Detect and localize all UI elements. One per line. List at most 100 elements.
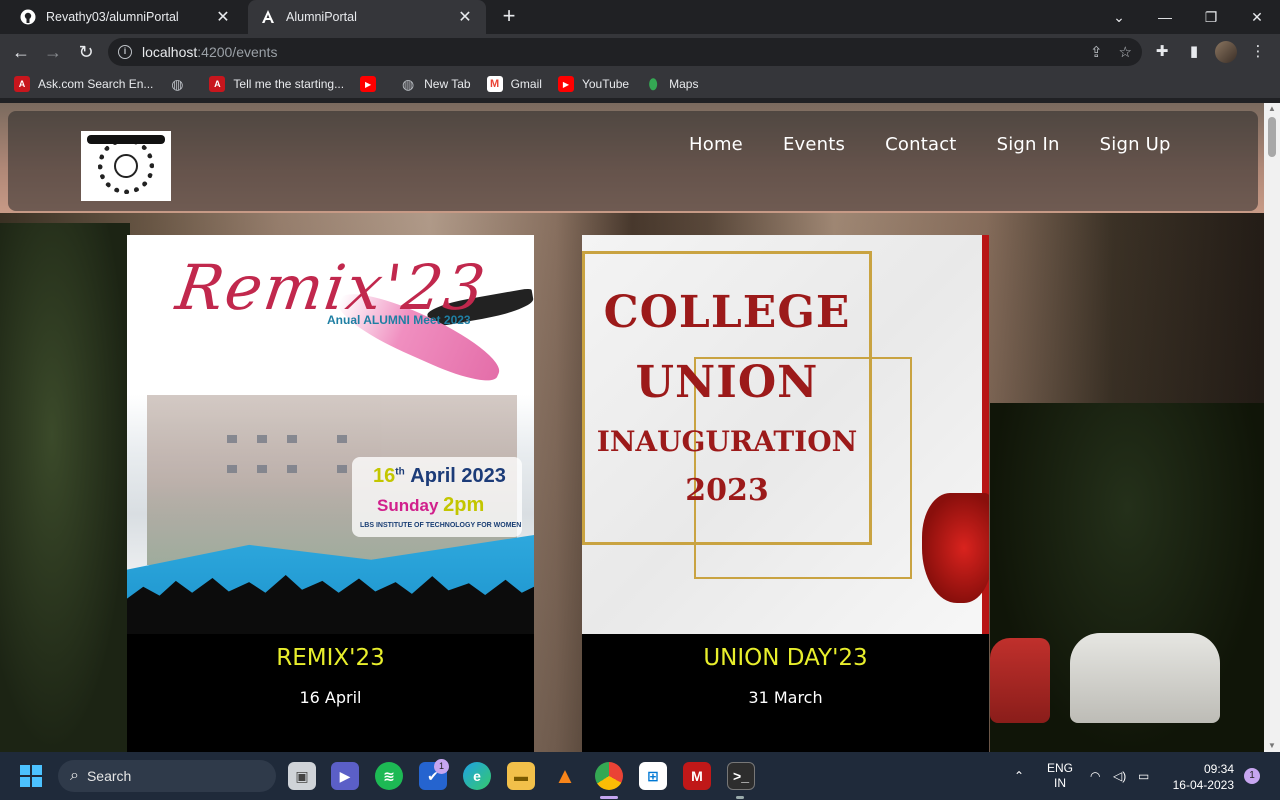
event-title: REMIX'23	[276, 645, 385, 671]
bookmarks-bar: A Ask.com Search En... ◍ A Tell me the sta…	[0, 70, 1280, 98]
battery-icon[interactable]: ▭	[1138, 752, 1149, 800]
reload-button[interactable]: ↻	[74, 40, 98, 64]
taskbar-search[interactable]: ⌕ Search	[58, 760, 276, 792]
tab-github[interactable]: Revathy03/alumniPortal ✕	[8, 0, 244, 34]
close-icon[interactable]: ✕	[214, 7, 232, 27]
github-icon	[20, 9, 36, 25]
profile-avatar[interactable]	[1215, 41, 1237, 63]
vlc-icon[interactable]: ▲	[551, 762, 579, 790]
windows-start-icon[interactable]	[20, 765, 42, 787]
search-icon: ⌕	[70, 767, 79, 784]
poster-line-1: COLLEGE	[603, 287, 851, 338]
terminal-icon[interactable]: >_	[727, 762, 755, 790]
minimize-button[interactable]: —	[1142, 0, 1188, 34]
clock-date: 16-04-2023	[1172, 778, 1234, 792]
scroll-up-icon[interactable]: ▲	[1264, 103, 1280, 115]
poster-time: 2pm	[443, 494, 485, 516]
event-card-remix[interactable]: Remix'23 Anual ALUMNI Meet 2023 16th Apr…	[127, 235, 534, 752]
bookmark-maps[interactable]: ⬮ Maps	[645, 75, 699, 92]
background-trees-left	[0, 223, 130, 752]
url-path: :4200/events	[197, 44, 278, 60]
nav-events[interactable]: Events	[783, 134, 845, 155]
poster-date-day: 16	[373, 465, 396, 487]
ask-icon: A	[209, 76, 226, 92]
tab-search-icon[interactable]: ⌄	[1096, 0, 1142, 34]
todo-badge: 1	[434, 759, 449, 774]
share-icon[interactable]: ⇪	[1090, 43, 1103, 61]
poster-line-2: UNION	[635, 357, 819, 408]
show-hidden-icons[interactable]: ⌃	[1014, 752, 1024, 800]
bookmark-tell-me[interactable]: A Tell me the starting...	[209, 76, 344, 92]
bookmark-label: Tell me the starting...	[233, 77, 345, 91]
edge-icon[interactable]: e	[463, 762, 491, 790]
scroll-down-icon[interactable]: ▼	[1264, 740, 1280, 752]
poster-venue: LBS INSTITUTE OF TECHNOLOGY FOR WOMEN	[360, 522, 522, 529]
background-white-car	[1070, 633, 1220, 723]
poster-subheading: Anual ALUMNI Meet 2023	[327, 313, 471, 327]
college-logo[interactable]	[81, 131, 171, 201]
notification-badge[interactable]: 1	[1244, 768, 1260, 784]
poster-bow	[922, 493, 989, 603]
site-info-icon[interactable]: i	[118, 45, 132, 59]
forward-button[interactable]: →	[41, 40, 65, 64]
scroll-thumb[interactable]	[1268, 117, 1276, 157]
poster-date-rest: April 2023	[410, 465, 506, 487]
bookmark-label: Maps	[669, 77, 699, 91]
gear-emblem-icon	[98, 138, 154, 194]
background-red-car	[990, 638, 1050, 723]
close-icon[interactable]: ✕	[456, 7, 474, 27]
poster-date: 16th April 2023	[373, 465, 506, 488]
search-placeholder: Search	[86, 768, 132, 784]
bookmark-youtube[interactable]: ▶ YouTube	[557, 76, 629, 92]
task-view-icon[interactable]: ▣	[288, 762, 316, 790]
new-tab-button[interactable]: +	[498, 5, 520, 28]
teams-chat-icon[interactable]: ▶	[331, 762, 359, 790]
maps-icon: ⬮	[648, 75, 658, 92]
bookmark-globe[interactable]: ◍	[169, 76, 193, 92]
event-poster-union: COLLEGE UNION INAUGURATION 2023	[582, 235, 989, 634]
bookmark-new-tab[interactable]: ◍ New Tab	[400, 76, 471, 92]
bookmark-gmail[interactable]: M Gmail	[486, 76, 542, 92]
nav-sign-in[interactable]: Sign In	[997, 134, 1060, 155]
tab-title: AlumniPortal	[286, 10, 357, 24]
nav-contact[interactable]: Contact	[885, 134, 956, 155]
windows-taskbar: ⌕ Search ▣ ▶ ≋ ✔ 1 e ▬ ▲ ⊞ M >_ ⌃ ENG IN …	[0, 752, 1280, 800]
file-explorer-icon[interactable]: ▬	[507, 762, 535, 790]
restore-button[interactable]: ❐	[1188, 0, 1234, 34]
poster-date-sup: th	[395, 466, 405, 478]
page-scrollbar[interactable]: ▲ ▼	[1264, 103, 1280, 752]
bookmark-ask-search[interactable]: A Ask.com Search En...	[14, 76, 153, 92]
event-card-union-day[interactable]: COLLEGE UNION INAUGURATION 2023 UNION DA…	[582, 235, 989, 752]
menu-icon[interactable]: ⋮	[1248, 42, 1268, 62]
tab-alumniportal[interactable]: AlumniPortal ✕	[248, 0, 486, 34]
mcafee-icon[interactable]: M	[683, 762, 711, 790]
poster-line-3: INAUGURATION	[596, 425, 858, 458]
microsoft-store-icon[interactable]: ⊞	[639, 762, 667, 790]
close-window-button[interactable]: ✕	[1234, 0, 1280, 34]
system-clock[interactable]: 09:34 16-04-2023	[1168, 761, 1234, 793]
volume-icon[interactable]: ◁)	[1113, 752, 1126, 800]
event-title: UNION DAY'23	[703, 645, 868, 671]
url-host: localhost	[142, 44, 198, 60]
events-page: Home Events Contact Sign In Sign Up Remi…	[0, 103, 1264, 752]
side-panel-icon[interactable]: ▮	[1184, 42, 1204, 62]
extensions-icon[interactable]: ✚	[1152, 42, 1172, 62]
nav-links: Home Events Contact Sign In Sign Up	[689, 134, 1211, 155]
address-bar[interactable]: i localhost:4200/events ⇪ ☆	[108, 38, 1142, 66]
nav-home[interactable]: Home	[689, 134, 743, 155]
lang-bottom: IN	[1054, 776, 1066, 790]
nav-sign-up[interactable]: Sign Up	[1100, 134, 1171, 155]
event-poster-remix: Remix'23 Anual ALUMNI Meet 2023 16th Apr…	[127, 235, 534, 634]
language-indicator[interactable]: ENG IN	[1046, 761, 1074, 791]
wifi-icon[interactable]: ◠	[1090, 752, 1100, 800]
back-button[interactable]: ←	[9, 40, 33, 64]
poster-weekday: Sunday	[377, 496, 439, 515]
chrome-icon[interactable]	[595, 762, 623, 790]
tab-title: Revathy03/alumniPortal	[46, 10, 179, 24]
bookmark-youtube-icon-only[interactable]: ▶	[360, 76, 384, 92]
bookmark-label: Gmail	[510, 77, 542, 91]
bookmark-star-icon[interactable]: ☆	[1119, 43, 1132, 61]
spotify-icon[interactable]: ≋	[375, 762, 403, 790]
youtube-icon: ▶	[557, 76, 574, 92]
globe-icon: ◍	[171, 75, 184, 92]
